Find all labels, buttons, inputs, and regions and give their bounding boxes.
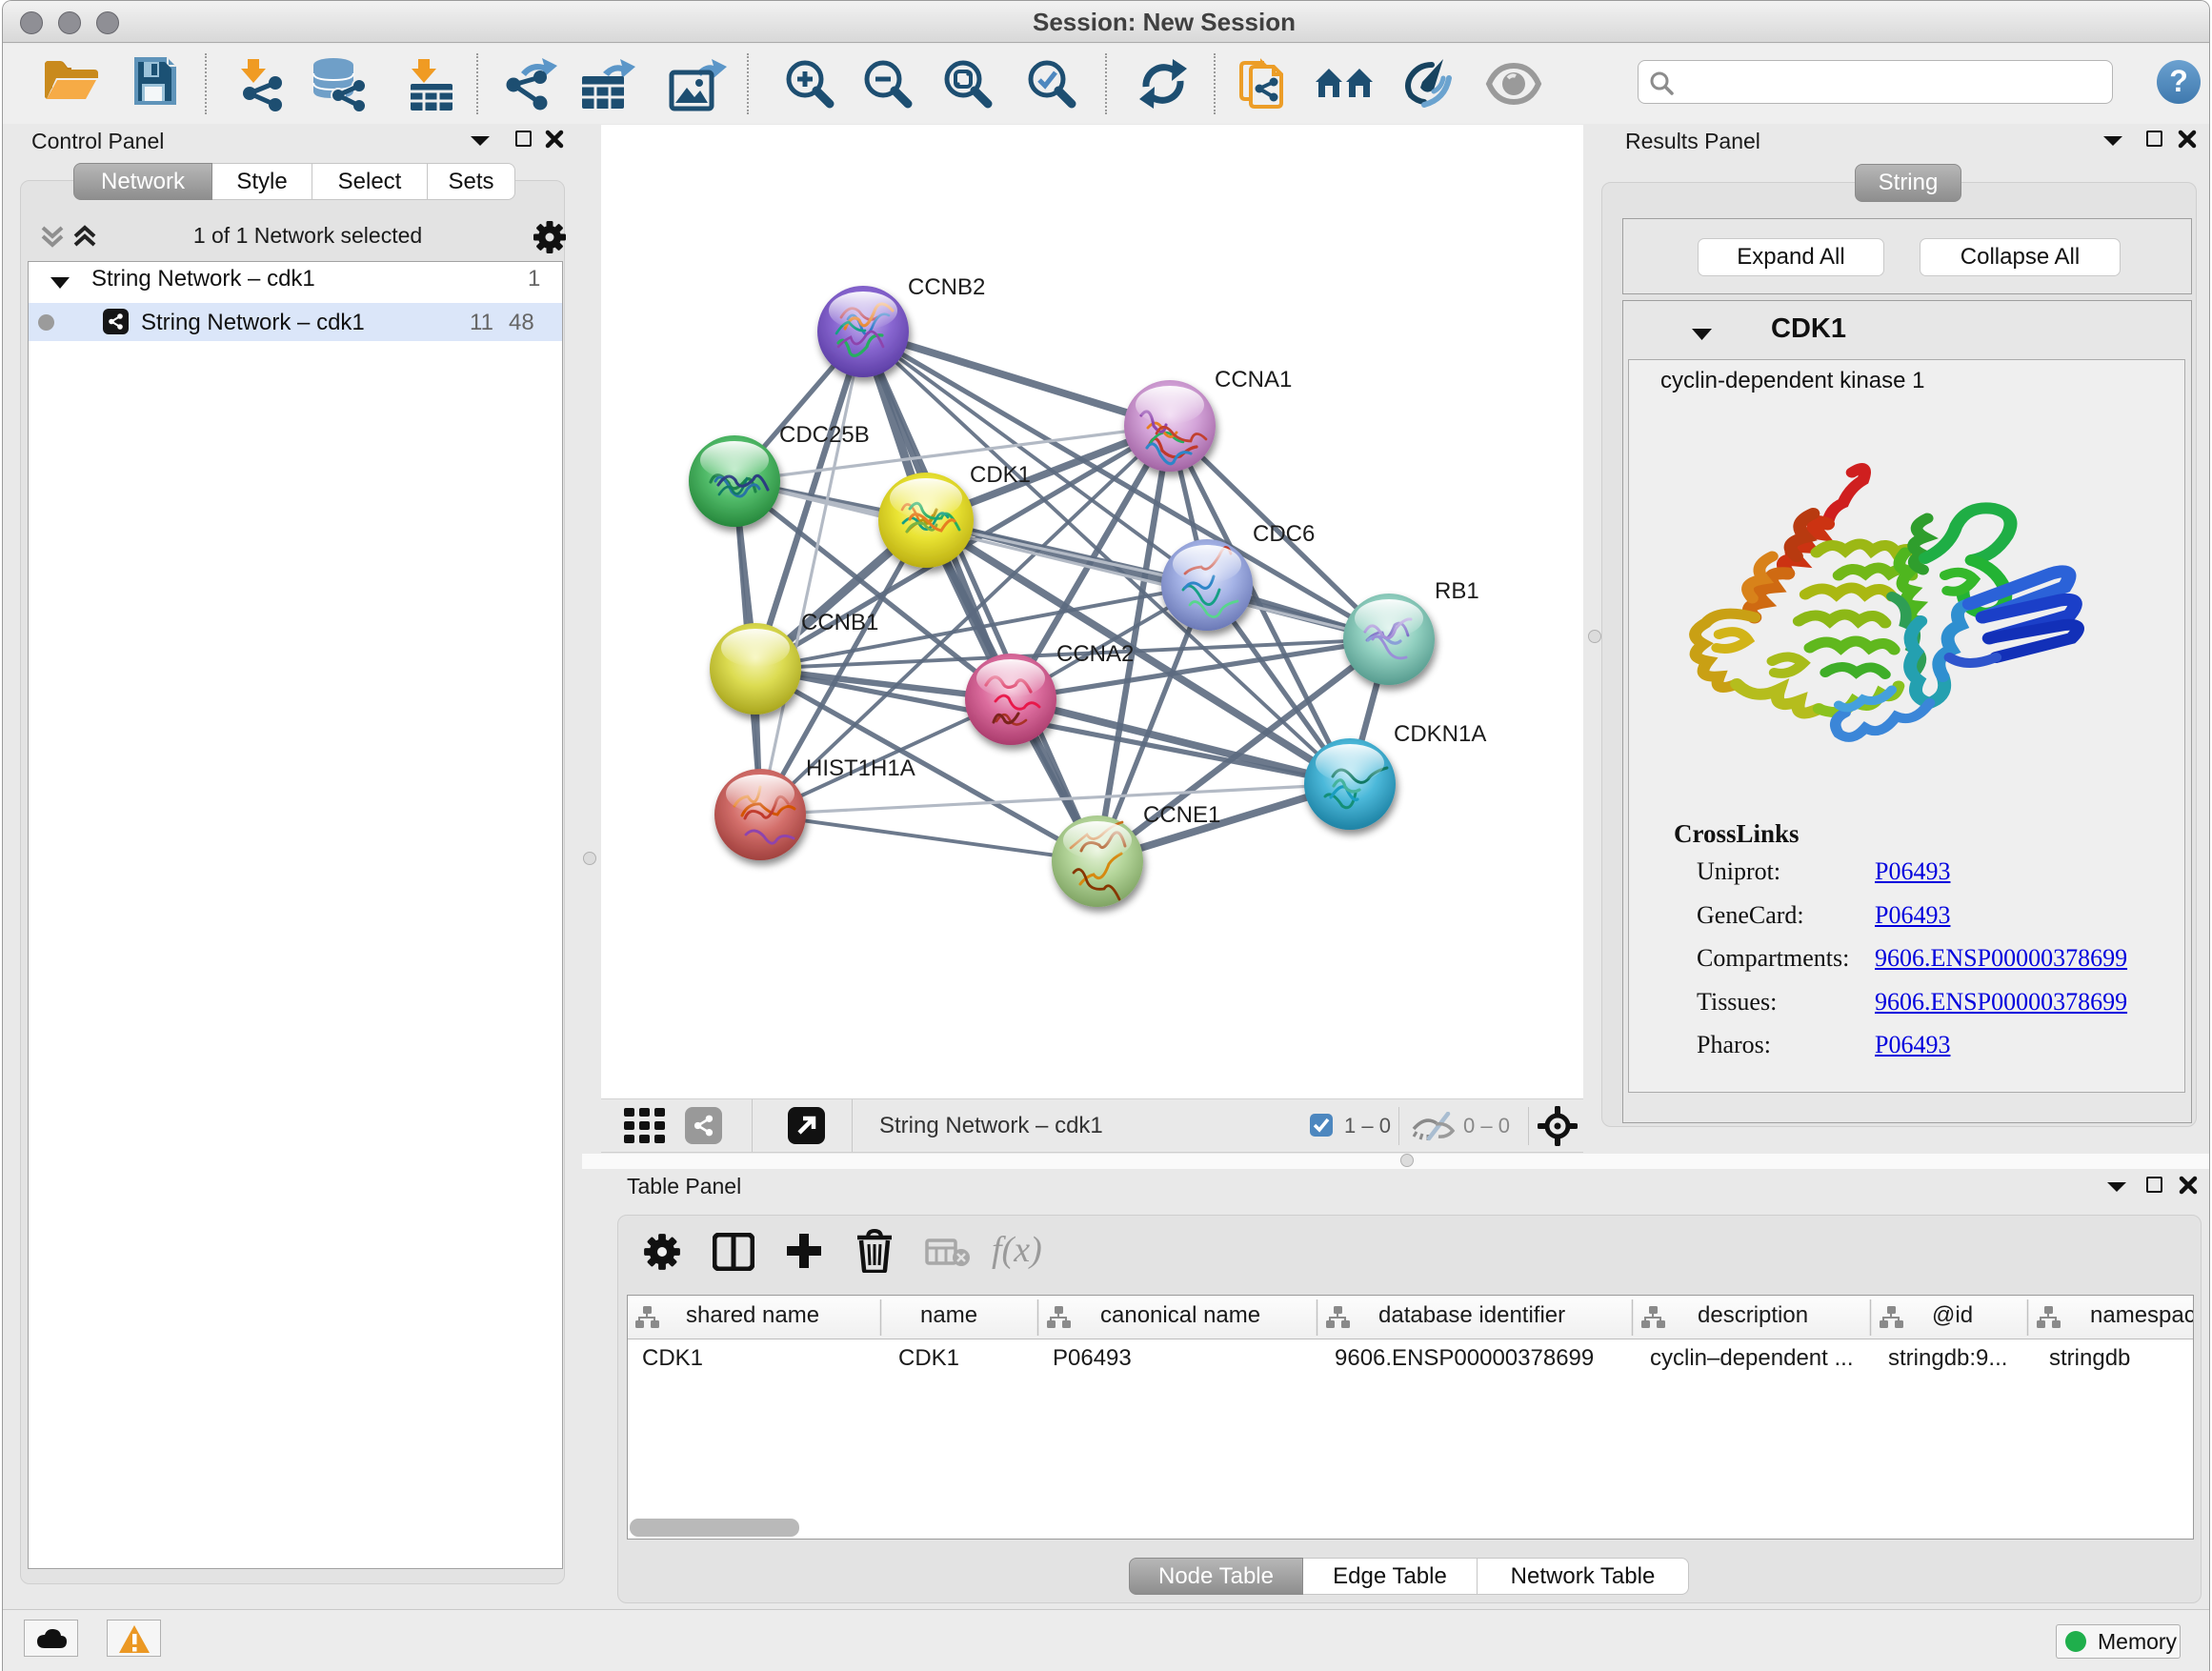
svg-text:CCNA1: CCNA1	[1215, 367, 1292, 393]
svg-text:RB1: RB1	[1435, 578, 1479, 604]
svg-text:CCNA2: CCNA2	[1056, 641, 1134, 667]
svg-text:CDKN1A: CDKN1A	[1394, 721, 1486, 747]
svg-text:CDK1: CDK1	[970, 462, 1031, 488]
svg-text:CDC6: CDC6	[1253, 521, 1315, 547]
svg-text:CDC25B: CDC25B	[779, 422, 870, 448]
svg-text:HIST1H1A: HIST1H1A	[806, 755, 915, 781]
svg-text:CCNE1: CCNE1	[1143, 802, 1220, 828]
svg-text:CCNB1: CCNB1	[801, 610, 878, 635]
svg-text:CCNB2: CCNB2	[908, 274, 985, 300]
